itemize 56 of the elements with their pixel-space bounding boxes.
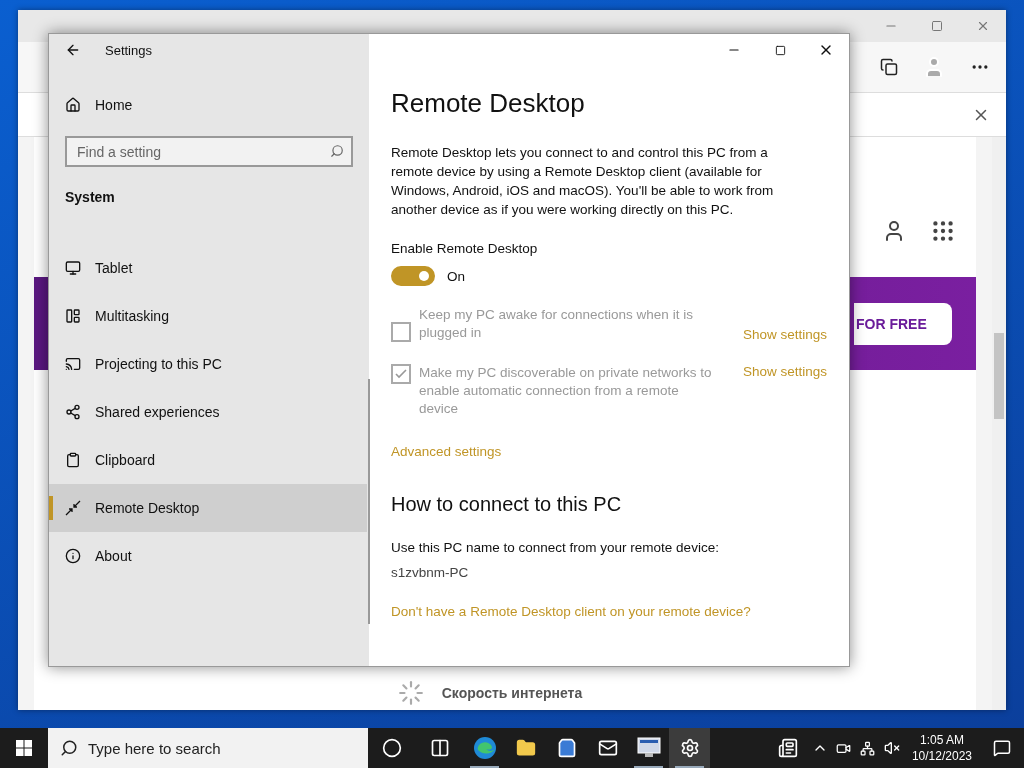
scrollbar[interactable] (992, 137, 1006, 710)
projector-icon (65, 356, 81, 372)
section-heading: System (64, 189, 116, 205)
check-icon (394, 367, 408, 381)
info-icon (65, 548, 81, 564)
search-icon (60, 739, 78, 757)
shopping-bag-icon (556, 738, 577, 758)
news-icon[interactable] (777, 738, 798, 758)
network-icon[interactable] (860, 740, 876, 756)
clipboard-icon (65, 452, 81, 468)
toggle-state: On (447, 268, 465, 284)
clock[interactable]: 1:05 AM 10/12/2023 (903, 728, 980, 768)
folder-icon (515, 738, 536, 758)
share-icon (65, 404, 81, 420)
option-label: Make my PC discoverable on private networks to enable automatic connection from a remote device (419, 364, 713, 418)
maximize-icon[interactable] (774, 44, 786, 56)
window-title: Settings (105, 42, 152, 58)
toggle-switch[interactable] (391, 266, 435, 286)
settings-icon (679, 738, 700, 758)
option-label: Keep my PC awake for connections when it is plugged in (419, 306, 694, 342)
description: Remote Desktop lets you connect to and control this PC from a remote device by using a Remote Desktop client (available for Windows, Android, iOS and macOS). You'll be able to work from another device as if you were working directly on this PC. (391, 144, 775, 219)
banner-button[interactable]: FOR FREE (854, 302, 952, 345)
spinner-icon (397, 680, 424, 706)
taskbar-app-button[interactable] (669, 728, 710, 768)
search-field[interactable]: Find a setting (65, 136, 353, 167)
remote-arrows-icon (65, 500, 81, 516)
toggle-label: Enable Remote Desktop (391, 241, 539, 256)
monitor-app-icon (635, 736, 662, 760)
browser-logo-icon (472, 736, 497, 760)
nav-item[interactable]: Projecting to this PC (49, 340, 367, 388)
nav-item[interactable]: Clipboard (49, 436, 367, 484)
circle-icon (382, 738, 402, 758)
back-button[interactable] (65, 42, 81, 58)
notifications-icon[interactable] (993, 739, 1011, 757)
nav-item[interactable]: Shared experiences (49, 388, 367, 436)
page-title: Remote Desktop (391, 88, 586, 119)
task-view-icon (430, 738, 450, 758)
search-icon (330, 144, 344, 158)
collections-icon[interactable] (880, 58, 898, 76)
nav-item[interactable]: Multitasking (49, 292, 367, 340)
tablet-icon (65, 260, 81, 276)
multitasking-icon (65, 308, 81, 324)
nav-item[interactable]: Tablet (49, 244, 367, 292)
section-heading: How to connect to this PC (391, 493, 623, 516)
footer-text: Скорость интернета (441, 685, 583, 701)
pc-name: s1zvbnm-PC (391, 564, 470, 582)
nav-item[interactable]: About (49, 532, 367, 580)
home-nav-item[interactable]: Home (49, 81, 369, 129)
connect-text: Use this PC name to connect from your remote device: (391, 539, 720, 557)
windows-logo-icon (16, 740, 32, 756)
nav-item[interactable]: Remote Desktop (49, 484, 367, 532)
volume-muted-icon[interactable] (883, 740, 900, 756)
apps-grid-icon[interactable] (930, 218, 956, 244)
mail-icon (597, 738, 618, 758)
taskbar-search-field[interactable]: Type here to search (48, 728, 368, 768)
home-icon (65, 97, 81, 113)
